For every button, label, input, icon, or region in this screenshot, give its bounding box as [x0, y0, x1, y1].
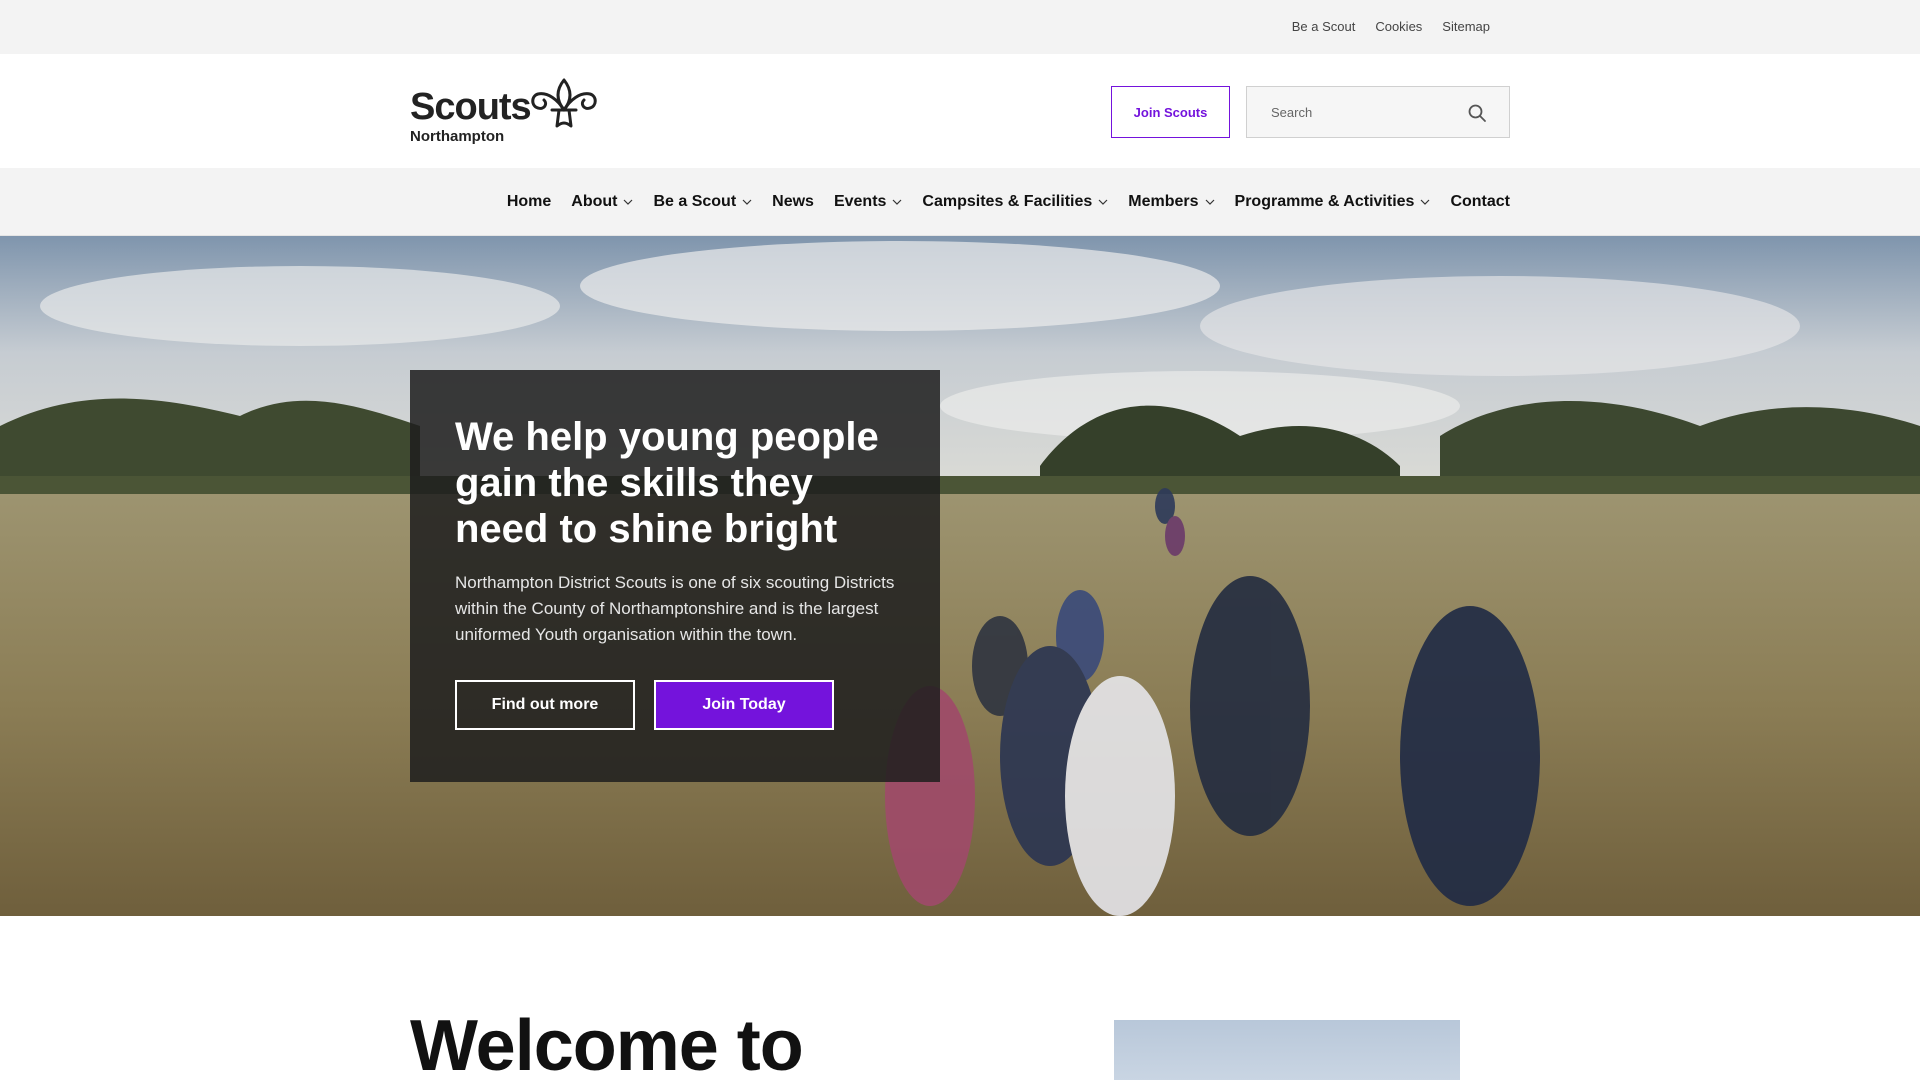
nav-item-news[interactable]: News — [772, 193, 814, 211]
nav-item-programme[interactable]: Programme & Activities — [1235, 193, 1431, 211]
chevron-down-icon — [1098, 199, 1108, 205]
utility-link-cookies[interactable]: Cookies — [1375, 19, 1422, 34]
main-nav: Home About Be a Scout News Events Campsi… — [0, 168, 1920, 236]
nav-item-events[interactable]: Events — [834, 193, 902, 211]
chevron-down-icon — [892, 199, 902, 205]
nav-item-be-a-scout[interactable]: Be a Scout — [653, 193, 752, 211]
logo-wordmark: Scouts — [410, 86, 532, 128]
nav-items: Home About Be a Scout News Events Campsi… — [507, 168, 1510, 236]
nav-item-label: Programme & Activities — [1234, 193, 1415, 210]
hero-image — [0, 236, 1920, 916]
fleur-de-lis-icon — [531, 78, 597, 128]
welcome-image — [1114, 1020, 1460, 1080]
nav-item-label: Campsites & Facilities — [922, 193, 1093, 210]
nav-item-contact[interactable]: Contact — [1450, 193, 1510, 211]
utility-link-sitemap[interactable]: Sitemap — [1442, 19, 1490, 34]
join-today-button[interactable]: Join Today — [654, 680, 834, 730]
find-out-more-button[interactable]: Find out more — [455, 680, 635, 730]
search-icon[interactable] — [1467, 103, 1487, 123]
chevron-down-icon — [742, 199, 752, 205]
nav-item-label: Events — [833, 193, 887, 210]
utility-link-be-a-scout[interactable]: Be a Scout — [1292, 19, 1356, 34]
nav-item-label: About — [571, 193, 618, 210]
hero-card: We help young people gain the skills the… — [410, 370, 940, 782]
welcome-heading: Welcome to — [410, 1006, 804, 1080]
chevron-down-icon — [624, 199, 633, 205]
nav-item-members[interactable]: Members — [1128, 193, 1214, 211]
search-box — [1246, 86, 1510, 138]
site-logo[interactable]: Scouts Northampton — [410, 78, 600, 148]
join-scouts-button[interactable]: Join Scouts — [1111, 86, 1230, 138]
search-input[interactable] — [1247, 87, 1457, 137]
nav-item-about[interactable]: About — [571, 193, 633, 211]
hero-description: Northampton District Scouts is one of si… — [455, 573, 895, 644]
hero-section: We help young people gain the skills the… — [0, 236, 1920, 916]
nav-item-campsites[interactable]: Campsites & Facilities — [922, 193, 1108, 211]
hero-title: We help young people gain the skills the… — [455, 415, 879, 551]
nav-item-label: Home — [506, 193, 552, 210]
nav-item-label: Members — [1128, 193, 1199, 210]
chevron-down-icon — [1421, 199, 1430, 205]
nav-item-label: Be a Scout — [653, 193, 737, 210]
nav-item-home[interactable]: Home — [507, 193, 551, 211]
utility-links: Be a Scout Cookies Sitemap — [1292, 19, 1490, 34]
nav-item-label: Contact — [1450, 193, 1510, 210]
chevron-down-icon — [1205, 199, 1214, 205]
site-header: Scouts Northampton Join Scouts — [0, 54, 1920, 168]
nav-item-label: News — [772, 193, 814, 210]
utility-bar: Be a Scout Cookies Sitemap — [0, 0, 1920, 54]
logo-district: Northampton — [410, 128, 505, 145]
